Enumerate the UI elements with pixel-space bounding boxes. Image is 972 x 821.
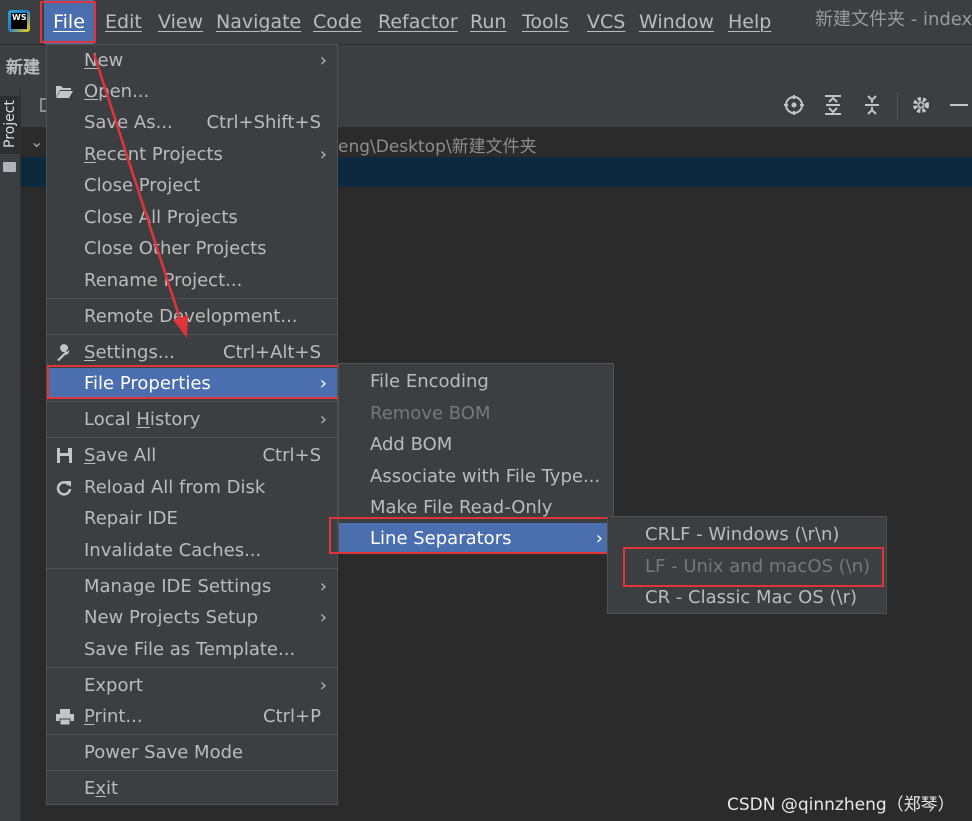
annotation-arrow	[92, 53, 188, 338]
watermark-text: CSDN @qinnzheng（郑琴）	[727, 795, 955, 815]
